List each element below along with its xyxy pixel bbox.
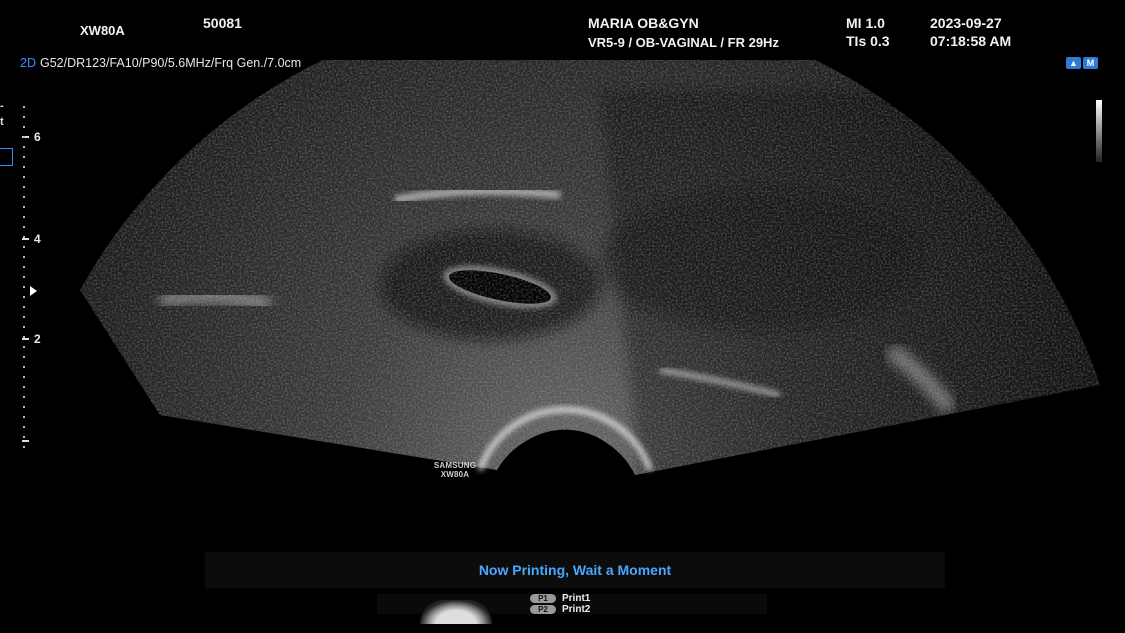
print2-label: Print2 — [562, 604, 591, 615]
p2-badge: P2 — [530, 605, 556, 614]
status-bar: Now Printing, Wait a Moment — [205, 552, 945, 588]
print1-label: Print1 — [562, 593, 591, 604]
p1-badge: P1 — [530, 594, 556, 603]
trackball-icon[interactable] — [420, 600, 492, 624]
ultrasound-image[interactable] — [0, 0, 1125, 633]
brand-model: XW80A — [440, 470, 470, 479]
status-message: Now Printing, Wait a Moment — [478, 562, 672, 578]
manufacturer-watermark: SAMSUNG XW80A — [427, 461, 483, 479]
print2-key[interactable]: P2 Print2 — [530, 604, 590, 615]
print1-key[interactable]: P1 Print1 — [530, 593, 590, 604]
brand-name: SAMSUNG — [433, 461, 477, 470]
